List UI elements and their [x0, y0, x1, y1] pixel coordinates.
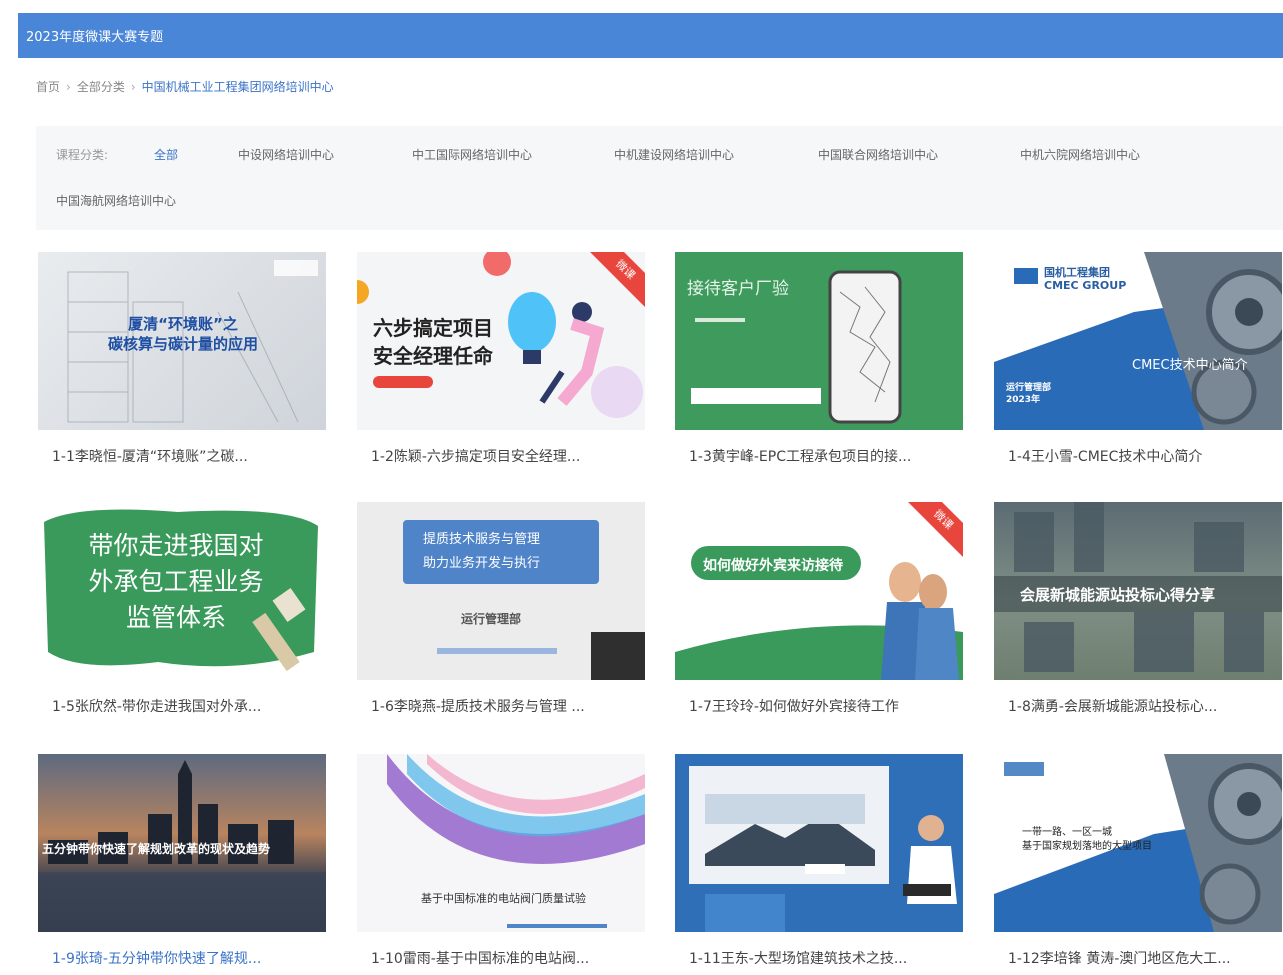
course-card[interactable]: 厦清“环境账”之 碳核算与碳计量的应用 1-1李晓恒-厦清“环境账”之碳... [38, 252, 326, 480]
breadcrumb-current: 中国机械工业工程集团网络培训中心 [141, 80, 334, 94]
thumbnail-text: 六步搞定项目 安全经理任命 [373, 316, 493, 368]
course-card[interactable]: 一带一路、一区一城 基于国家规划落地的大型项目 1-12李培锋 黄涛-澳门地区危… [994, 754, 1282, 975]
course-thumbnail[interactable]: 一带一路、一区一城 基于国家规划落地的大型项目 [994, 754, 1282, 932]
filter-label: 课程分类: [56, 148, 109, 162]
course-card[interactable]: 提质技术服务与管理 助力业务开发与执行 运行管理部 1-6李晓燕-提质技术服务与… [357, 502, 645, 730]
course-thumbnail[interactable]: 六步搞定项目 安全经理任命 微课 [357, 252, 645, 430]
thumbnail-pill [373, 376, 433, 388]
thumbnail-subtext: 运行管理部 [461, 612, 522, 626]
course-thumbnail[interactable]: 提质技术服务与管理 助力业务开发与执行 运行管理部 [357, 502, 645, 680]
course-grid: 厦清“环境账”之 碳核算与碳计量的应用 1-1李晓恒-厦清“环境账”之碳... … [38, 252, 1283, 975]
course-card[interactable]: 五分钟带你快速了解规划改革的现状及趋势 1-9张琦-五分钟带你快速了解规... [38, 754, 326, 975]
people-illustration-icon [675, 546, 963, 680]
breadcrumb-home[interactable]: 首页 [36, 78, 60, 95]
course-title[interactable]: 1-1李晓恒-厦清“环境账”之碳... [52, 446, 322, 466]
page-title: 2023年度微课大赛专题 [26, 30, 164, 45]
thumbnail-subtext: 运行管理部 2023年 [1006, 383, 1052, 405]
course-title[interactable]: 1-5张欣然-带你走进我国对外承... [52, 696, 322, 716]
course-thumbnail[interactable]: 国机工程集团 CMEC GROUP CMEC技术中心简介 运行管理部 2023年 [994, 252, 1282, 430]
course-thumbnail[interactable]: 会展新城能源站投标心得分享 [994, 502, 1282, 680]
course-thumbnail[interactable]: 带你走进我国对 外承包工程业务 监管体系 [38, 502, 326, 680]
course-card[interactable]: 1-11王东-大型场馆建筑技术之技... [675, 754, 963, 975]
thumbnail-brand: 国机工程集团 CMEC GROUP [1044, 266, 1127, 292]
course-title[interactable]: 1-12李培锋 黄涛-澳门地区危大工... [1008, 948, 1278, 968]
course-title[interactable]: 1-11王东-大型场馆建筑技术之技... [689, 948, 959, 968]
course-card[interactable]: 国机工程集团 CMEC GROUP CMEC技术中心简介 运行管理部 2023年… [994, 252, 1282, 480]
course-title[interactable]: 1-8满勇-会展新城能源站投标心... [1008, 696, 1278, 716]
course-thumbnail[interactable]: 五分钟带你快速了解规划改革的现状及趋势 [38, 754, 326, 932]
chevron-right-icon: › [130, 79, 136, 94]
breadcrumb: 首页 › 全部分类 › 中国机械工业工程集团网络培训中心 [36, 78, 334, 95]
presenter-photo-icon [689, 766, 957, 932]
chevron-right-icon: › [66, 79, 71, 94]
thumbnail-text: 五分钟带你快速了解规划改革的现状及趋势 [42, 842, 271, 856]
course-title[interactable]: 1-10雷雨-基于中国标准的电站阀... [371, 948, 641, 968]
filter-option-4[interactable]: 中国联合网络培训中心 [818, 146, 938, 163]
course-card[interactable]: 会展新城能源站投标心得分享 1-8满勇-会展新城能源站投标心... [994, 502, 1282, 730]
filter-option-all[interactable]: 全部 [154, 146, 178, 163]
thumbnail-text: 会展新城能源站投标心得分享 [1020, 586, 1216, 604]
thumbnail-text: 提质技术服务与管理 助力业务开发与执行 [423, 532, 541, 571]
course-title[interactable]: 1-9张琦-五分钟带你快速了解规... [52, 948, 322, 968]
course-thumbnail[interactable]: 如何做好外宾来访接待 微课 [675, 502, 963, 680]
course-title[interactable]: 1-7王玲玲-如何做好外宾接待工作 [689, 696, 959, 716]
course-thumbnail[interactable]: 厦清“环境账”之 碳核算与碳计量的应用 [38, 252, 326, 430]
course-card[interactable]: 接待客户厂验 1-3黄宇峰-EPC工程承包项目的接... [675, 252, 963, 480]
thumbnail-text: 一带一路、一区一城 基于国家规划落地的大型项目 [1022, 827, 1152, 852]
header-bar: 2023年度微课大赛专题 [18, 13, 1283, 58]
category-filter: 课程分类: 全部 中设网络培训中心 中工国际网络培训中心 中机建设网络培训中心 … [36, 126, 1283, 230]
filter-option-1[interactable]: 中设网络培训中心 [238, 146, 334, 163]
thumbnail-text: 厦清“环境账”之 碳核算与碳计量的应用 [108, 315, 259, 353]
filter-option-6[interactable]: 中国海航网络培训中心 [56, 192, 176, 209]
course-thumbnail[interactable]: 接待客户厂验 [675, 252, 963, 430]
thumbnail-text: 接待客户厂验 [687, 279, 789, 299]
breadcrumb-all[interactable]: 全部分类 [77, 78, 125, 95]
filter-option-2[interactable]: 中工国际网络培训中心 [412, 146, 532, 163]
course-title[interactable]: 1-2陈颖-六步搞定项目安全经理... [371, 446, 641, 466]
course-card[interactable]: 如何做好外宾来访接待 微课 1-7王玲玲-如何做好外宾接待工作 [675, 502, 963, 730]
thumbnail-text: 如何做好外宾来访接待 [703, 558, 843, 574]
filter-option-3[interactable]: 中机建设网络培训中心 [614, 146, 734, 163]
filter-option-5[interactable]: 中机六院网络培训中心 [1020, 146, 1140, 163]
course-card[interactable]: 带你走进我国对 外承包工程业务 监管体系 1-5张欣然-带你走进我国对外承... [38, 502, 326, 730]
course-title[interactable]: 1-3黄宇峰-EPC工程承包项目的接... [689, 446, 959, 466]
course-card[interactable]: 基于中国标准的电站阀门质量试验 1-10雷雨-基于中国标准的电站阀... [357, 754, 645, 975]
course-card[interactable]: 六步搞定项目 安全经理任命 微课 1-2陈颖-六步搞定项目安全经理... [357, 252, 645, 480]
course-title[interactable]: 1-6李晓燕-提质技术服务与管理 ... [371, 696, 641, 716]
thumbnail-text: CMEC技术中心简介 [1132, 358, 1248, 373]
course-title[interactable]: 1-4王小雪-CMEC技术中心简介 [1008, 446, 1278, 466]
course-thumbnail[interactable]: 基于中国标准的电站阀门质量试验 [357, 754, 645, 932]
thumbnail-text: 带你走进我国对 外承包工程业务 监管体系 [88, 531, 264, 632]
course-thumbnail[interactable] [675, 754, 963, 932]
thumbnail-text: 基于中国标准的电站阀门质量试验 [421, 892, 586, 905]
